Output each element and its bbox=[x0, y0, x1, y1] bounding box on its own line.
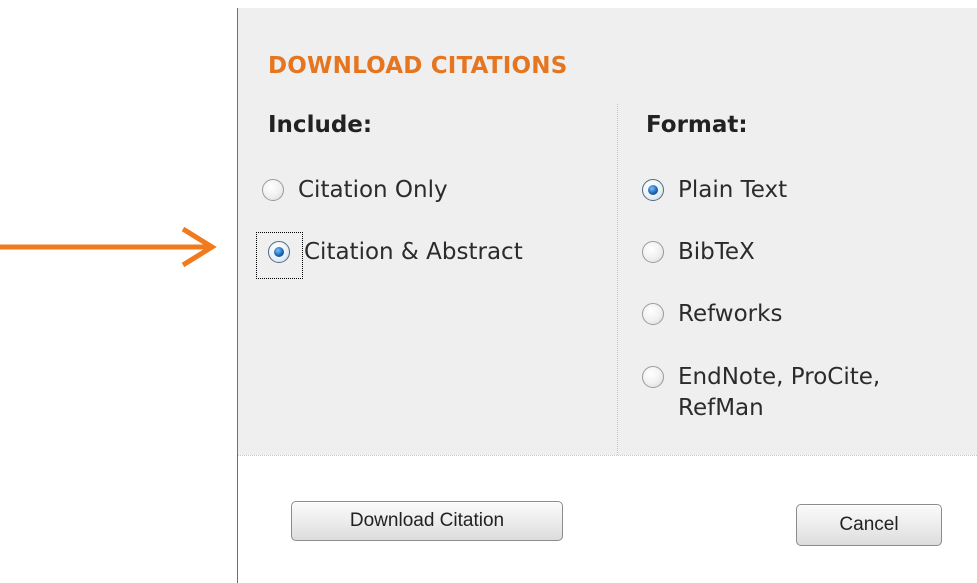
include-heading: Include: bbox=[268, 112, 373, 138]
radio-bibtex[interactable]: BibTeX bbox=[642, 237, 755, 268]
radio-label[interactable]: Refworks bbox=[678, 299, 782, 330]
radio-button-icon[interactable] bbox=[642, 303, 664, 325]
radio-label[interactable]: EndNote, ProCite, RefMan bbox=[678, 362, 943, 424]
column-divider bbox=[617, 104, 618, 455]
radio-endnote-procite-refman[interactable]: EndNote, ProCite, RefMan bbox=[642, 362, 943, 424]
radio-button-checked-icon[interactable] bbox=[642, 179, 664, 201]
radio-plain-text[interactable]: Plain Text bbox=[642, 175, 787, 206]
radio-refworks[interactable]: Refworks bbox=[642, 299, 782, 330]
radio-button-icon[interactable] bbox=[642, 366, 664, 388]
radio-button-checked-icon[interactable] bbox=[268, 241, 290, 263]
radio-label[interactable]: BibTeX bbox=[678, 237, 755, 268]
cancel-button[interactable]: Cancel bbox=[796, 504, 942, 546]
radio-label[interactable]: Citation & Abstract bbox=[304, 237, 523, 268]
format-heading: Format: bbox=[646, 112, 748, 138]
radio-citation-and-abstract[interactable]: Citation & Abstract bbox=[268, 237, 523, 268]
screen: DOWNLOAD CITATIONS Include: Format: Cita… bbox=[0, 0, 977, 583]
download-citation-button[interactable]: Download Citation bbox=[291, 501, 563, 541]
radio-button-icon[interactable] bbox=[262, 179, 284, 201]
arrow-right-icon bbox=[0, 226, 217, 268]
radio-label[interactable]: Citation Only bbox=[298, 175, 448, 206]
radio-citation-only[interactable]: Citation Only bbox=[262, 175, 448, 206]
radio-label[interactable]: Plain Text bbox=[678, 175, 787, 206]
radio-button-icon[interactable] bbox=[642, 241, 664, 263]
panel-title: DOWNLOAD CITATIONS bbox=[268, 53, 568, 79]
